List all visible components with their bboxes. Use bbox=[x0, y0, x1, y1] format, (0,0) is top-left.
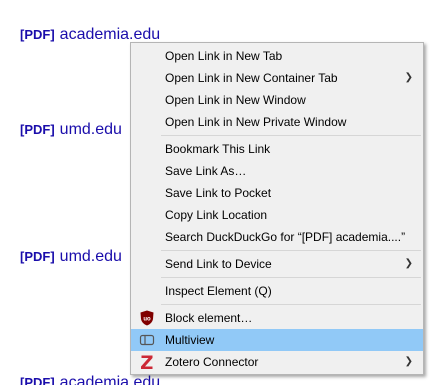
menu-copy-link-location[interactable]: Copy Link Location bbox=[131, 204, 423, 226]
menu-item-label: Save Link As… bbox=[165, 164, 247, 178]
result-site: academia.edu bbox=[59, 26, 161, 43]
menu-open-private-window[interactable]: Open Link in New Private Window bbox=[131, 111, 423, 133]
result-link-4[interactable]: [PDF] academia.edu bbox=[20, 374, 160, 385]
chevron-right-icon: ❯ bbox=[404, 356, 413, 367]
menu-save-link-as[interactable]: Save Link As… bbox=[131, 160, 423, 182]
result-link-3[interactable]: [PDF] umd.edu bbox=[20, 248, 122, 266]
svg-text:uo: uo bbox=[143, 317, 151, 323]
menu-item-label: Send Link to Device bbox=[165, 257, 272, 271]
zotero-z-icon bbox=[141, 355, 153, 369]
ublock-shield-icon: uo bbox=[140, 310, 154, 326]
menu-save-to-pocket[interactable]: Save Link to Pocket bbox=[131, 182, 423, 204]
menu-separator bbox=[161, 250, 421, 251]
menu-separator bbox=[161, 135, 421, 136]
browser-page: [PDF] academia.edu [PDF] umd.edu [PDF] umd.… bbox=[0, 0, 438, 385]
result-site: umd.edu bbox=[59, 248, 122, 265]
menu-item-label: Block element… bbox=[165, 311, 253, 325]
context-menu: Open Link in New Tab Open Link in New Co… bbox=[130, 42, 424, 375]
result-site: umd.edu bbox=[59, 121, 122, 138]
menu-item-label: Open Link in New Private Window bbox=[165, 115, 347, 129]
menu-item-label: Open Link in New Window bbox=[165, 93, 306, 107]
chevron-right-icon: ❯ bbox=[404, 258, 413, 269]
menu-separator bbox=[161, 304, 421, 305]
menu-item-label: Search DuckDuckGo for “[PDF] academia...… bbox=[165, 230, 406, 244]
menu-item-label: Zotero Connector bbox=[165, 355, 259, 369]
menu-search-duckduckgo[interactable]: Search DuckDuckGo for “[PDF] academia...… bbox=[131, 226, 423, 248]
menu-bookmark-link[interactable]: Bookmark This Link bbox=[131, 138, 423, 160]
result-tag: [PDF] bbox=[20, 375, 55, 385]
menu-send-to-device[interactable]: Send Link to Device ❯ bbox=[131, 253, 423, 275]
menu-block-element[interactable]: uo Block element… bbox=[131, 307, 423, 329]
result-tag: [PDF] bbox=[20, 122, 55, 137]
menu-item-label: Open Link in New Tab bbox=[165, 49, 283, 63]
result-link-2[interactable]: [PDF] umd.edu bbox=[20, 121, 122, 139]
menu-multiview[interactable]: Multiview bbox=[131, 329, 423, 351]
chevron-right-icon: ❯ bbox=[404, 72, 413, 83]
menu-item-label: Bookmark This Link bbox=[165, 142, 271, 156]
menu-separator bbox=[161, 277, 421, 278]
multiview-icon bbox=[139, 334, 155, 346]
menu-item-label: Save Link to Pocket bbox=[165, 186, 272, 200]
menu-zotero-connector[interactable]: Zotero Connector ❯ bbox=[131, 351, 423, 373]
result-site: academia.edu bbox=[59, 374, 161, 385]
menu-open-container-tab[interactable]: Open Link in New Container Tab ❯ bbox=[131, 67, 423, 89]
menu-item-label: Inspect Element (Q) bbox=[165, 284, 272, 298]
menu-item-label: Open Link in New Container Tab bbox=[165, 71, 338, 85]
menu-open-new-window[interactable]: Open Link in New Window bbox=[131, 89, 423, 111]
menu-open-new-tab[interactable]: Open Link in New Tab bbox=[131, 45, 423, 67]
result-tag: [PDF] bbox=[20, 27, 55, 42]
result-tag: [PDF] bbox=[20, 249, 55, 264]
menu-item-label: Multiview bbox=[165, 333, 215, 347]
menu-inspect-element[interactable]: Inspect Element (Q) bbox=[131, 280, 423, 302]
menu-item-label: Copy Link Location bbox=[165, 208, 268, 222]
